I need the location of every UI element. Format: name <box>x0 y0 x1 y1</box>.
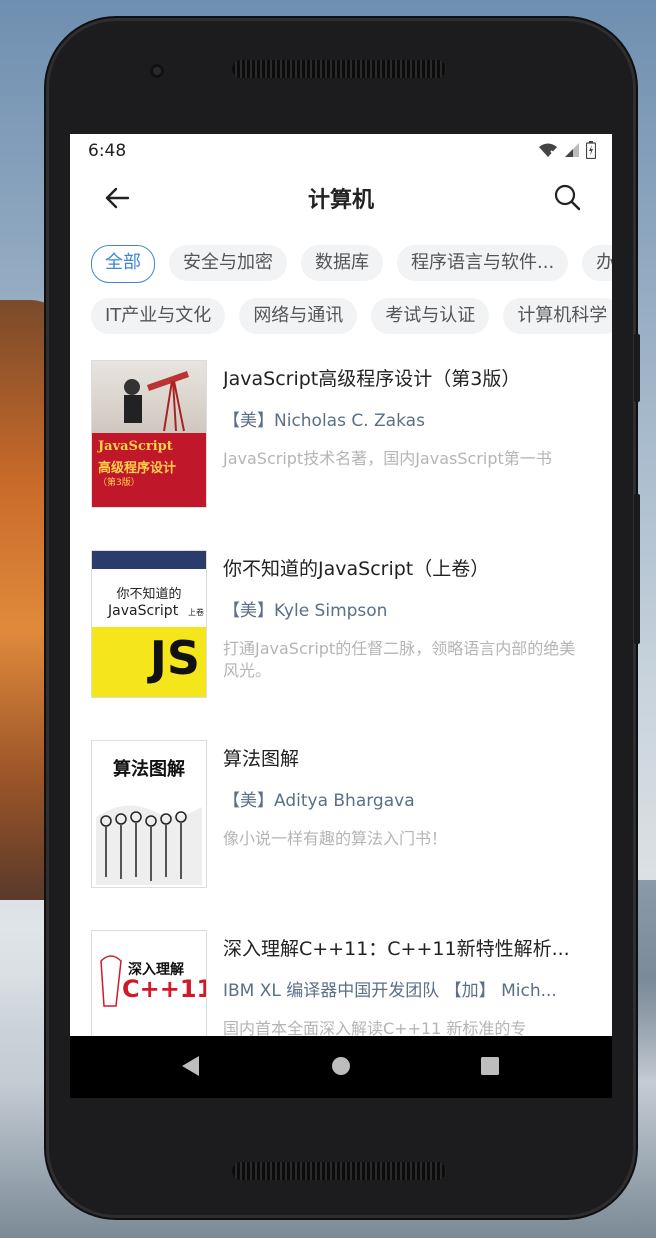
cover-subtitle: 高级程序设计 <box>98 461 177 476</box>
cover-volume: 上卷 <box>188 608 204 617</box>
cover-yellow-block: JS <box>92 627 206 697</box>
book-title: 你不知道的JavaScript（上卷） <box>223 558 490 580</box>
book-title: JavaScript高级程序设计（第3版） <box>223 368 521 390</box>
cover-subtitle: JavaScript <box>108 603 179 619</box>
status-time: 6:48 <box>88 141 127 161</box>
top-speaker <box>232 60 446 78</box>
book-title: 算法图解 <box>223 748 300 770</box>
book-cover: 算法图解 <box>91 740 207 888</box>
category-chip-all[interactable]: 全部 <box>91 245 155 283</box>
book-cover: JavaScript 高级程序设计 （第3版） <box>91 360 207 508</box>
status-icons <box>538 141 596 159</box>
circle-home-icon <box>332 1057 350 1075</box>
triangle-back-icon <box>182 1056 199 1076</box>
book-description: 像小说一样有趣的算法入门书！ <box>223 829 448 848</box>
book-item[interactable]: 你不知道的 JavaScript 上卷 JS 你不知道的JavaScript（上… <box>91 550 591 700</box>
status-bar: 6:48 <box>70 134 612 168</box>
book-author: 【美】Nicholas C. Zakas <box>223 411 425 431</box>
book-title: 深入理解C++11：C++11新特性解析... <box>223 938 570 960</box>
telescope-illustration <box>124 371 189 432</box>
signal-icon <box>565 143 579 157</box>
category-chip-programming[interactable]: 程序语言与软件... <box>397 245 569 281</box>
book-description: JavaScript技术名著，国内JavasScript第一书 <box>223 449 552 468</box>
cover-title: JavaScript <box>98 439 173 454</box>
nav-home-button[interactable] <box>331 1054 351 1082</box>
search-button[interactable] <box>552 182 582 212</box>
search-icon <box>554 184 581 211</box>
power-button[interactable] <box>634 494 640 644</box>
battery-icon <box>586 141 596 159</box>
category-chip-cs[interactable]: 计算机科学 <box>503 298 612 334</box>
cover-js-logo: JS <box>149 631 200 685</box>
cover-edition: （第3版） <box>98 478 140 488</box>
bottom-speaker <box>232 1162 446 1180</box>
volume-button[interactable] <box>634 334 640 402</box>
nav-recents-button[interactable] <box>480 1054 500 1082</box>
category-chip-exam[interactable]: 考试与认证 <box>371 298 490 334</box>
cover-sketch-illustration <box>96 805 202 885</box>
category-chip-database[interactable]: 数据库 <box>301 245 383 281</box>
category-chip-network[interactable]: 网络与通讯 <box>239 298 358 334</box>
category-chip-office[interactable]: 办 <box>582 245 612 281</box>
book-author: IBM XL 编译器中国开发团队 【加】 Mich... <box>223 981 557 1001</box>
category-chip-security[interactable]: 安全与加密 <box>169 245 287 281</box>
book-item[interactable]: 算法图解 算法图解 【美】Aditya Bhargava 像小说一样有趣的算法入… <box>91 740 591 890</box>
system-nav-bar <box>70 1036 612 1098</box>
cover-title: 你不知道的 <box>116 587 182 602</box>
app-bar: 计算机 <box>70 168 612 228</box>
book-item[interactable]: JavaScript 高级程序设计 （第3版） JavaScript高级程序设计… <box>91 360 591 510</box>
book-author: 【美】Kyle Simpson <box>223 601 388 621</box>
cover-subtitle: C++11 <box>122 975 207 1003</box>
square-recents-icon <box>481 1057 499 1075</box>
book-cover: 你不知道的 JavaScript 上卷 JS <box>91 550 207 698</box>
category-row-2: IT产业与文化 网络与通讯 考试与认证 计算机科学 <box>91 298 612 334</box>
category-row-1: 全部 安全与加密 数据库 程序语言与软件... 办 <box>91 245 612 283</box>
front-camera <box>150 64 164 78</box>
cover-photo <box>92 361 206 433</box>
category-chip-it-culture[interactable]: IT产业与文化 <box>91 298 226 334</box>
page-title: 计算机 <box>307 188 374 213</box>
nav-back-button[interactable] <box>180 1054 200 1082</box>
cover-sketch-illustration <box>100 955 122 1007</box>
wifi-icon <box>539 143 558 158</box>
cover-title: 算法图解 <box>113 759 185 780</box>
book-description: 打通JavaScript的任督二脉，领略语言内部的绝美风光。 <box>223 639 576 680</box>
cover-header-band <box>92 551 206 569</box>
book-author: 【美】Aditya Bhargava <box>223 791 415 811</box>
app-screen: 6:48 计算机 全部 安全与加密 数据库 程序语言与软件... 办 IT产业与… <box>70 134 612 1098</box>
